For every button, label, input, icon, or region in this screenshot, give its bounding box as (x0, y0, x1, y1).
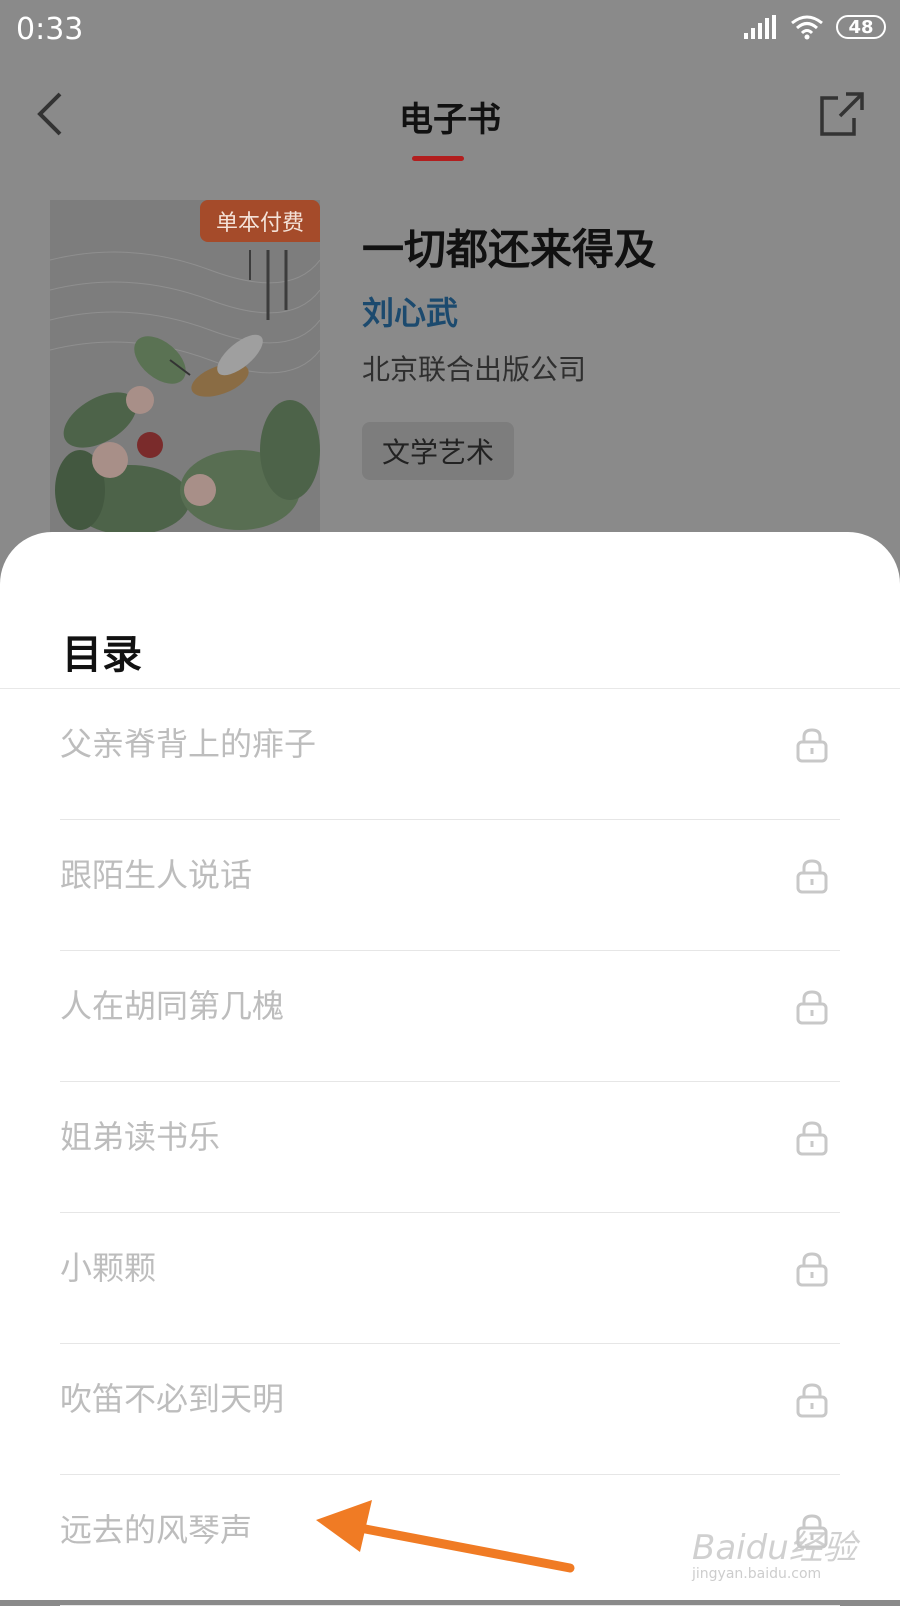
page-title[interactable]: 电子书 (0, 92, 900, 141)
toc-item[interactable]: 姐弟读书乐 (60, 1082, 840, 1213)
toc-item-label: 姐弟读书乐 (60, 1118, 221, 1156)
paid-badge: 单本付费 (200, 200, 320, 242)
top-bar: 电子书 (0, 70, 900, 170)
battery-indicator: 48 (836, 15, 886, 39)
book-cover[interactable] (50, 200, 320, 540)
signal-icon (744, 15, 776, 39)
toc-list: 父亲脊背上的痱子 跟陌生人说话 人在胡同第几槐 姐弟读书乐 小颗颗 吹笛不必到天… (60, 689, 840, 1606)
lock-icon (794, 727, 830, 767)
toc-item-label: 小颗颗 (60, 1249, 157, 1287)
toc-item[interactable]: 小颗颗 (60, 1213, 840, 1344)
share-button[interactable] (818, 90, 866, 142)
toc-item-label: 吹笛不必到天明 (60, 1380, 285, 1418)
cover-illustration (50, 200, 320, 540)
share-icon (820, 92, 864, 136)
title-tab-indicator (412, 156, 464, 161)
book-title: 一切都还来得及 (362, 225, 657, 274)
lock-icon (794, 858, 830, 898)
toc-item[interactable]: 人在胡同第几槐 (60, 951, 840, 1082)
status-time: 0:33 (16, 12, 84, 47)
watermark-url: jingyan.baidu.com (692, 1566, 822, 1582)
toc-item[interactable]: 跟陌生人说话 (60, 820, 840, 951)
book-author[interactable]: 刘心武 (362, 288, 458, 334)
toc-item[interactable]: 父亲脊背上的痱子 (60, 689, 840, 820)
toc-item-label: 人在胡同第几槐 (60, 987, 285, 1025)
lock-icon (794, 1120, 830, 1160)
toc-item-label: 父亲脊背上的痱子 (60, 725, 317, 763)
watermark: Baidu经验 jingyan.baidu.com (686, 1500, 876, 1590)
lock-icon (794, 1382, 830, 1422)
lock-icon (794, 989, 830, 1029)
battery-level: 48 (848, 16, 874, 38)
toc-item-label: 跟陌生人说话 (60, 856, 253, 894)
toc-item[interactable]: 吹笛不必到天明 (60, 1344, 840, 1475)
category-tag[interactable]: 文学艺术 (362, 422, 515, 480)
watermark-text: Baidu经验 (692, 1528, 857, 1568)
toc-sheet: 目录 父亲脊背上的痱子 跟陌生人说话 人在胡同第几槐 姐弟读书乐 小颗颗 吹笛不… (0, 532, 900, 1606)
annotation-arrow (316, 1500, 575, 1573)
wifi-icon (791, 15, 823, 40)
book-publisher: 北京联合出版公司 (362, 353, 587, 386)
category-label: 文学艺术 (382, 436, 495, 469)
toc-item-label: 远去的风琴声 (60, 1511, 253, 1549)
status-bar: 0:33 48 (0, 0, 900, 60)
lock-icon (794, 1251, 830, 1291)
toc-title: 目录 (62, 632, 142, 678)
status-icons: 48 (744, 14, 886, 40)
